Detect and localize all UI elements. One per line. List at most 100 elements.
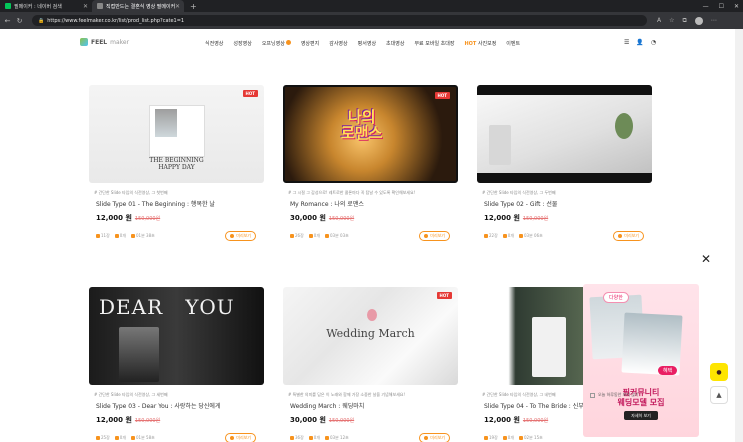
clock-icon [519, 234, 524, 238]
product-card[interactable]: DEAR YOU # 간단한 Slide 타입의 식전영상, 그 세번째 Sli… [89, 287, 264, 442]
product-thumbnail[interactable]: Wedding March HOT [283, 287, 458, 385]
url-field[interactable]: 🔒 https://www.feelmaker.co.kr/list/prod_… [32, 15, 647, 26]
product-thumbnail[interactable]: 나의 로맨스 HOT [283, 85, 458, 183]
refresh-icon[interactable]: ↻ [15, 17, 24, 25]
video-icon [308, 436, 313, 440]
scroll-top-button[interactable]: ▲ [710, 386, 728, 404]
product-card[interactable]: # 간단한 Slide 타입의 식전영상, 그 두번째 Slide Type 0… [477, 85, 652, 241]
play-icon [424, 234, 429, 238]
preview-button[interactable]: 미리보기 [225, 231, 256, 241]
tab-close-icon[interactable]: ✕ [175, 3, 180, 10]
tab-close-icon[interactable]: ✕ [83, 3, 88, 10]
nav-item-event[interactable]: 이벤트 [506, 40, 520, 47]
photo-count: 36장 [290, 435, 304, 441]
popup-tag: 혜택 [658, 366, 678, 375]
notification-icon[interactable]: ◔ [651, 39, 656, 46]
collections-icon[interactable]: ⧉ [683, 17, 687, 25]
popup-close-icon[interactable]: ✕ [701, 252, 711, 266]
tab-naver-search[interactable]: 필메이커 : 네이버 검색 ✕ [0, 0, 92, 12]
browser-tab-bar: 필메이커 : 네이버 검색 ✕ 직접만드는 결혼식 영상 필메이커 ✕ + — … [0, 0, 743, 12]
preview-button[interactable]: 미리보기 [419, 433, 450, 442]
photo-icon [96, 436, 100, 440]
checkbox[interactable] [590, 392, 595, 398]
product-tag: # 그 시절 그 감성으로! 레트로한 콜론마다 꼭 탐날 수 있도록 확인해보… [288, 190, 416, 195]
product-card[interactable]: THE BEGINNING HAPPY DAY HOT # 간단한 Slide … [89, 85, 264, 241]
preview-label: 미리보기 [624, 233, 639, 238]
nav-item[interactable]: 무료 모바일 초대장 [414, 40, 454, 47]
product-title[interactable]: Wedding March : 웨딩마치 [283, 401, 458, 410]
video-count-value: 0개 [119, 435, 127, 440]
product-price: 12,000 원 150,000원 [89, 213, 264, 223]
preview-button[interactable]: 미리보기 [225, 433, 256, 442]
video-count-value: 0개 [313, 435, 321, 440]
product-title[interactable]: Slide Type 01 - The Beginning : 행복한 날 [89, 199, 264, 208]
nav-item[interactable]: 영상편지 [301, 40, 319, 47]
product-card[interactable]: 나의 로맨스 HOT # 그 시절 그 감성으로! 레트로한 콜론마다 꼭 탐날… [283, 85, 458, 241]
popup-dismiss-today[interactable]: 오늘 하루동안 보지 않기 [590, 392, 639, 398]
more-menu-icon[interactable]: ⋯ [711, 17, 717, 24]
product-title[interactable]: Slide Type 02 - Gift : 선물 [477, 199, 652, 208]
price-original: 150,000원 [134, 216, 161, 222]
dismiss-label: 오늘 하루동안 보지 않기 [598, 392, 639, 397]
popup-title: 필커뮤니티 웨딩모델 모집 [583, 388, 699, 408]
user-icon[interactable]: 👤 [636, 39, 643, 46]
new-tab-button[interactable]: + [190, 2, 197, 11]
profile-avatar-icon[interactable] [694, 16, 703, 25]
clock-icon [325, 436, 330, 440]
product-thumbnail[interactable]: DEAR YOU [89, 287, 264, 385]
photo-count: 22장 [484, 233, 498, 239]
photo-count: 25장 [96, 435, 110, 441]
minimize-icon[interactable]: — [703, 3, 709, 10]
window-controls: — ☐ ✕ [703, 0, 739, 12]
new-dot-icon [285, 40, 291, 45]
product-tag: # 특별한 의미를 담은 이 노래와 함께 가장 소중한 날을 기념해보세요! [288, 392, 406, 397]
site-logo[interactable]: FEEL maker [80, 38, 129, 46]
close-window-icon[interactable]: ✕ [734, 3, 739, 10]
product-card[interactable]: Wedding March HOT # 특별한 의미를 담은 이 노래와 함께 … [283, 287, 458, 442]
product-title[interactable]: Slide Type 03 - Dear You : 사랑하는 당신에게 [89, 401, 264, 410]
video-icon [114, 234, 119, 238]
back-icon[interactable]: ← [3, 17, 12, 25]
lock-icon: 🔒 [38, 17, 45, 24]
product-title[interactable]: My Romance : 나의 로맨스 [283, 199, 458, 208]
play-icon [618, 234, 623, 238]
video-count-value: 0개 [507, 233, 515, 238]
nav-item-opening[interactable]: 오프닝영상 [262, 40, 291, 47]
price-current: 12,000 원 [484, 416, 520, 424]
photo-icon [96, 234, 100, 238]
popup-title-line: 웨딩모델 모집 [617, 398, 665, 407]
hot-badge: HOT [242, 90, 258, 97]
nav-item[interactable]: 성장영상 [233, 40, 251, 47]
tab-feelmaker[interactable]: 직접만드는 결혼식 영상 필메이커 ✕ [92, 0, 184, 12]
video-count: 0개 [502, 233, 515, 239]
price-original: 150,000원 [328, 418, 355, 424]
menu-icon[interactable]: ☰ [624, 39, 629, 46]
nav-item[interactable]: 감사영상 [329, 40, 347, 47]
page-scrollbar[interactable] [735, 29, 743, 442]
popup-detail-button[interactable]: 자세히 보기 [624, 411, 658, 420]
product-thumbnail[interactable]: THE BEGINNING HAPPY DAY HOT [89, 85, 264, 183]
hot-badge: HOT [436, 292, 452, 299]
promo-popup[interactable]: 다양한 혜택 필커뮤니티 웨딩모델 모집 자세히 보기 [583, 284, 699, 437]
favorite-star-icon[interactable]: ☆ [669, 17, 674, 24]
logo-maker: maker [110, 38, 130, 46]
chat-button[interactable]: ● [710, 363, 728, 381]
nav-item[interactable]: 식전영상 [205, 40, 223, 47]
video-icon [502, 234, 507, 238]
nav-item[interactable]: 초대영상 [386, 40, 404, 47]
duration-value: 03분 06초 [524, 233, 543, 238]
thumb-caption: THE BEGINNING HAPPY DAY [149, 157, 204, 171]
read-aloud-icon[interactable]: A [657, 17, 661, 24]
maximize-icon[interactable]: ☐ [719, 3, 724, 10]
product-meta: 22장 0개 03분 06초 미리보기 [477, 231, 652, 241]
preview-label: 미리보기 [236, 435, 251, 440]
product-thumbnail[interactable] [477, 85, 652, 183]
nav-item[interactable]: 평서영상 [358, 40, 376, 47]
price-original: 150,000원 [328, 216, 355, 222]
duration: 01분 38초 [131, 233, 155, 239]
preview-button[interactable]: 미리보기 [419, 231, 450, 241]
price-current: 12,000 원 [484, 214, 520, 222]
clock-icon [325, 234, 330, 238]
preview-button[interactable]: 미리보기 [613, 231, 644, 241]
nav-item-photo-retouch[interactable]: HOT 사진보정 [464, 40, 496, 47]
